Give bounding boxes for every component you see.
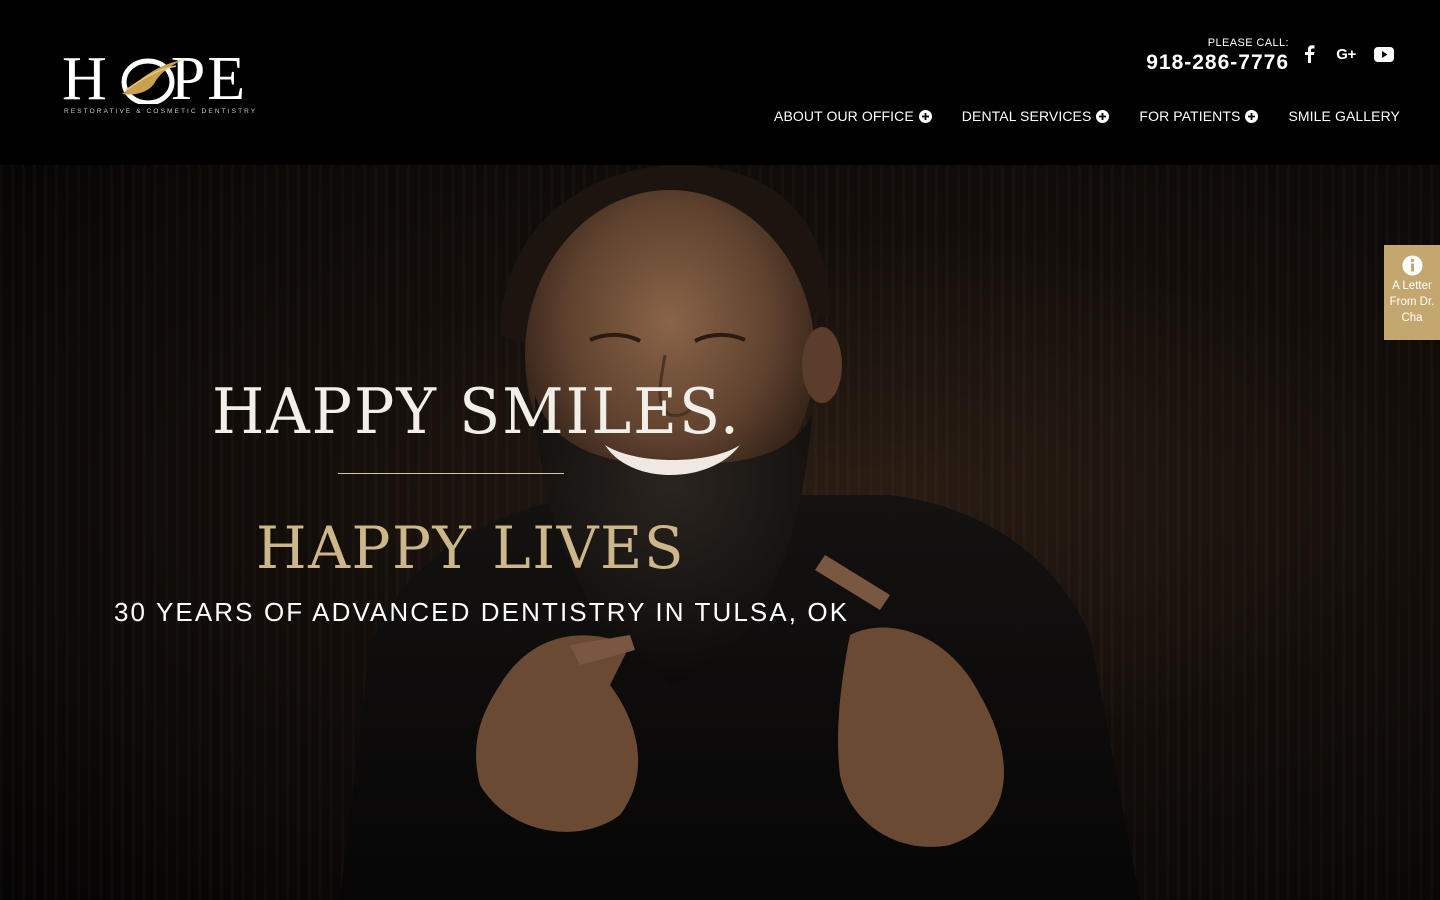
call-block: PLEASE CALL: 918-286-7776 [1146,37,1289,76]
hero-section: HAPPY SMILES. HAPPY LIVES 30 YEARS OF AD… [0,165,1440,900]
google-plus-icon[interactable]: G+ [1335,43,1357,65]
hero-tagline: 30 YEARS OF ADVANCED DENTISTRY IN TULSA,… [114,597,850,627]
letter-from-dr-cha-tab[interactable]: A Letter From Dr. Cha [1384,245,1440,340]
nav-label: ABOUT OUR OFFICE [774,108,914,124]
hero-title: HAPPY SMILES. [212,375,741,449]
phone-link[interactable]: 918-286-7776 [1146,50,1289,76]
facebook-icon[interactable] [1298,43,1320,65]
nav-about-our-office[interactable]: ABOUT OUR OFFICE [774,108,932,124]
site-header: H PE RESTORATIVE & COSMETIC DENTISTRY PLE… [0,0,1440,165]
info-icon [1402,255,1422,276]
nav-label: SMILE GALLERY [1288,108,1400,124]
nav-label: FOR PATIENTS [1139,108,1241,124]
hero-subtitle: HAPPY LIVES [256,514,686,582]
call-label: PLEASE CALL: [1207,37,1289,49]
hope-logo[interactable]: H PE RESTORATIVE & COSMETIC DENTISTRY [62,48,262,118]
nav-dental-services[interactable]: DENTAL SERVICES [962,108,1110,124]
main-nav: ABOUT OUR OFFICE DENTAL SERVICES FOR PAT… [774,108,1400,124]
plus-circle-icon [1245,109,1259,123]
nav-for-patients[interactable]: FOR PATIENTS [1139,108,1259,124]
nav-label: DENTAL SERVICES [961,108,1092,124]
youtube-icon[interactable] [1373,43,1395,65]
nav-smile-gallery[interactable]: SMILE GALLERY [1288,108,1400,124]
hero-divider [338,473,564,474]
plus-circle-icon [918,109,932,123]
logo-flame-icon [121,58,182,104]
plus-circle-icon [1096,109,1110,123]
logo-tagline: RESTORATIVE & COSMETIC DENTISTRY [64,108,258,115]
side-tab-label: A Letter From Dr. Cha [1389,280,1435,324]
